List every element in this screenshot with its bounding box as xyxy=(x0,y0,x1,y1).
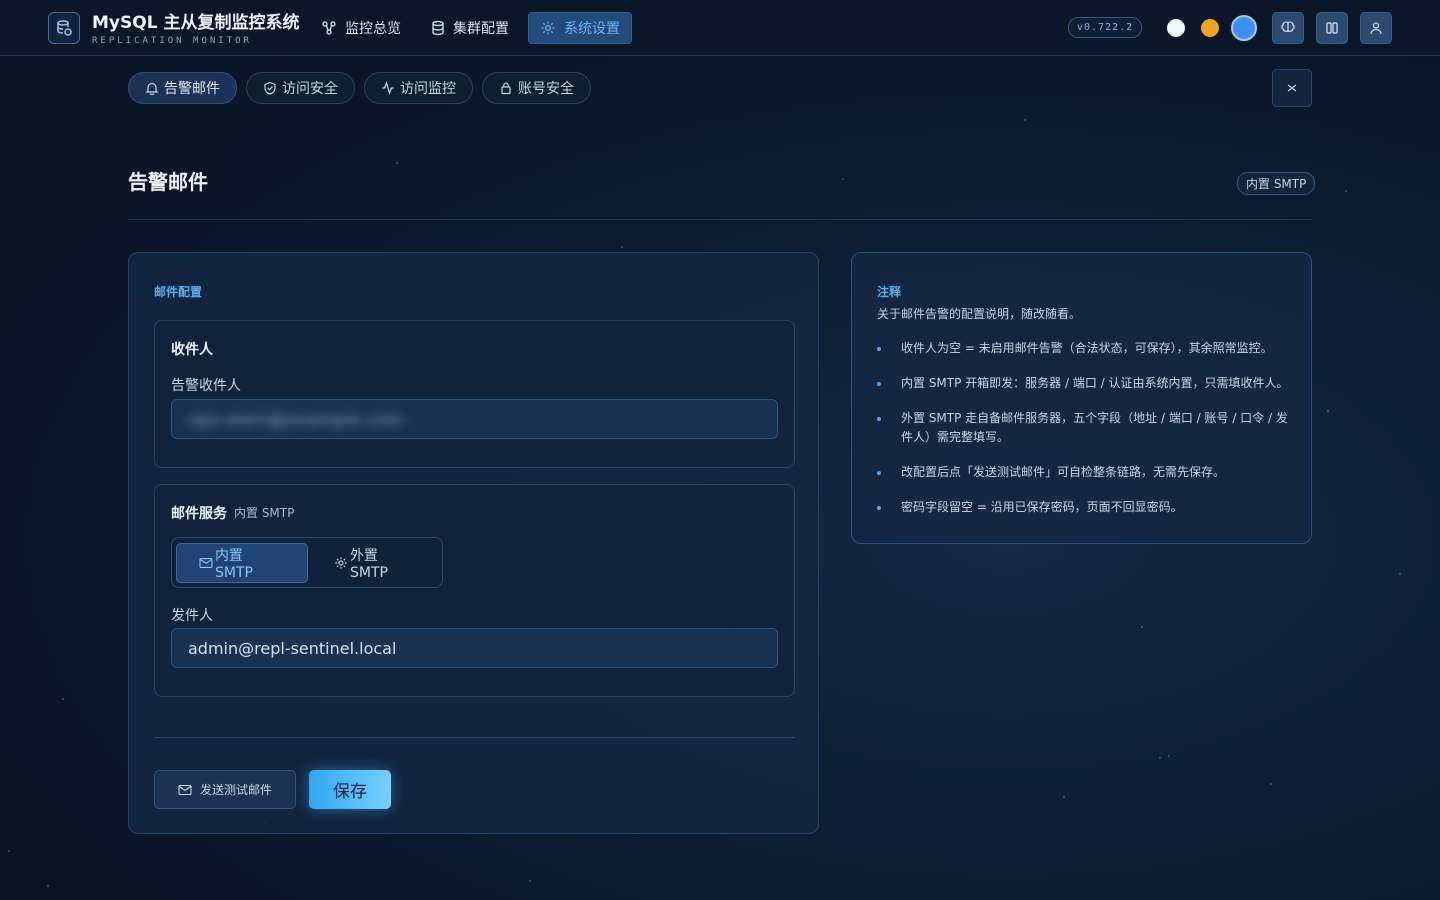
nav-item-label: 系统设置 xyxy=(564,21,620,37)
button-label: 保存 xyxy=(333,782,367,802)
external-smtp-option[interactable]: 外置 SMTP xyxy=(312,543,442,583)
smtp-mode-badge: 内置 SMTP xyxy=(1237,172,1316,195)
nav-item-cluster-config[interactable]: 集群配置 xyxy=(420,12,520,44)
notes-card: 注释 关于邮件告警的配置说明，随改随看。 收件人为空 = 未启用邮件告警（合法状… xyxy=(851,252,1312,544)
mail-service-tag: 内置 SMTP xyxy=(234,506,295,520)
bell-icon xyxy=(145,82,159,95)
button-label: 发送测试邮件 xyxy=(199,783,272,797)
smtp-mode-toggle: 内置 SMTP 外置 SMTP xyxy=(171,537,443,588)
settings-subtabs: 告警邮件 访问安全 访问监控 账号安全 xyxy=(128,72,591,104)
tab-label: 账号安全 xyxy=(518,81,574,97)
list-item: 收件人为空 = 未启用邮件告警（合法状态，可保存），其余照常监控。 xyxy=(877,339,1292,358)
version-badge: v0.722.2 xyxy=(1068,17,1143,38)
header-divider xyxy=(128,219,1312,220)
option-label: 外置 SMTP xyxy=(349,547,388,581)
theme-orange-button[interactable] xyxy=(1201,19,1219,37)
theme-white-button[interactable] xyxy=(1167,19,1185,37)
collapse-icon xyxy=(1287,84,1297,92)
recipient-input[interactable]: ops-alert@example.com xyxy=(171,399,778,439)
user-icon xyxy=(1370,22,1382,35)
gear-icon xyxy=(541,21,555,35)
page-title: 告警邮件 xyxy=(128,170,208,194)
user-button[interactable] xyxy=(1360,12,1392,44)
tab-label: 访问安全 xyxy=(282,81,338,97)
list-item: 密码字段留空 = 沿用已保存密码，页面不回显密码。 xyxy=(877,498,1292,517)
layout-button[interactable] xyxy=(1316,12,1348,44)
send-test-mail-button[interactable]: 发送测试邮件 xyxy=(154,770,296,809)
tab-label: 告警邮件 xyxy=(164,81,220,97)
mail-config-card: 邮件配置 收件人 告警收件人 ops-alert@example.com 邮件服… xyxy=(128,252,819,834)
tab-alert-mail[interactable]: 告警邮件 xyxy=(128,72,237,104)
card-divider xyxy=(154,737,795,738)
mail-service-card: 邮件服务 内置 SMTP 内置 SMTP 外置 SMTP 发件人 admin@r… xyxy=(154,484,795,697)
nav-item-system-settings[interactable]: 系统设置 xyxy=(528,12,632,44)
activity-icon xyxy=(382,81,394,95)
brain-button[interactable] xyxy=(1272,12,1304,44)
sender-value: admin@repl-sentinel.local xyxy=(188,638,397,658)
recipient-field-label: 告警收件人 xyxy=(171,378,241,394)
database-logo-icon xyxy=(48,12,80,44)
mail-icon xyxy=(199,557,213,568)
tab-access-monitor[interactable]: 访问监控 xyxy=(364,72,473,104)
theme-blue-button[interactable] xyxy=(1231,15,1257,41)
sender-field-label: 发件人 xyxy=(171,608,213,624)
collapse-button[interactable] xyxy=(1272,69,1312,107)
cluster-icon xyxy=(322,21,336,35)
lock-icon xyxy=(501,82,511,95)
shield-icon xyxy=(264,81,276,95)
section-label: 邮件配置 xyxy=(154,285,203,299)
sender-input[interactable]: admin@repl-sentinel.local xyxy=(171,628,778,668)
tab-access-security[interactable]: 访问安全 xyxy=(246,72,355,104)
save-button[interactable]: 保存 xyxy=(309,770,391,809)
mail-service-title: 邮件服务 xyxy=(171,506,227,522)
recipients-title: 收件人 xyxy=(171,342,213,358)
list-item: 外置 SMTP 走自备邮件服务器，五个字段（地址 / 端口 / 账号 / 口令 … xyxy=(877,409,1292,447)
builtin-smtp-option[interactable]: 内置 SMTP xyxy=(176,542,308,583)
tab-label: 访问监控 xyxy=(400,81,456,97)
notes-description: 关于邮件告警的配置说明，随改随看。 xyxy=(877,307,1082,321)
recipients-card: 收件人 告警收件人 ops-alert@example.com xyxy=(154,320,795,468)
list-item: 内置 SMTP 开箱即发：服务器 / 端口 / 认证由系统内置，只需填收件人。 xyxy=(877,374,1292,393)
database-icon xyxy=(432,20,444,36)
app-title: MySQL 主从复制监控系统 xyxy=(92,13,300,33)
recipient-value-blurred: ops-alert@example.com xyxy=(188,409,405,429)
top-bar: MySQL 主从复制监控系统 REPLICATION MONITOR 监控总览 … xyxy=(0,0,1440,56)
brain-icon xyxy=(1281,21,1295,32)
nav-item-label: 集群配置 xyxy=(453,21,509,37)
nav-item-label: 监控总览 xyxy=(345,21,401,37)
mail-icon xyxy=(178,784,192,795)
option-label: 内置 SMTP xyxy=(214,547,253,581)
tab-account-security[interactable]: 账号安全 xyxy=(482,72,591,104)
gear-icon xyxy=(335,556,347,569)
nav-item-overview[interactable]: 监控总览 xyxy=(310,12,412,44)
notes-list: 收件人为空 = 未启用邮件告警（合法状态，可保存），其余照常监控。 内置 SMT… xyxy=(877,339,1292,533)
list-item: 改配置后点「发送测试邮件」可自检整条链路，无需先保存。 xyxy=(877,463,1292,482)
notes-title: 注释 xyxy=(877,285,902,299)
columns-icon xyxy=(1326,22,1338,34)
app-subtitle: REPLICATION MONITOR xyxy=(92,36,252,46)
main-nav: 监控总览 集群配置 系统设置 xyxy=(310,12,632,44)
